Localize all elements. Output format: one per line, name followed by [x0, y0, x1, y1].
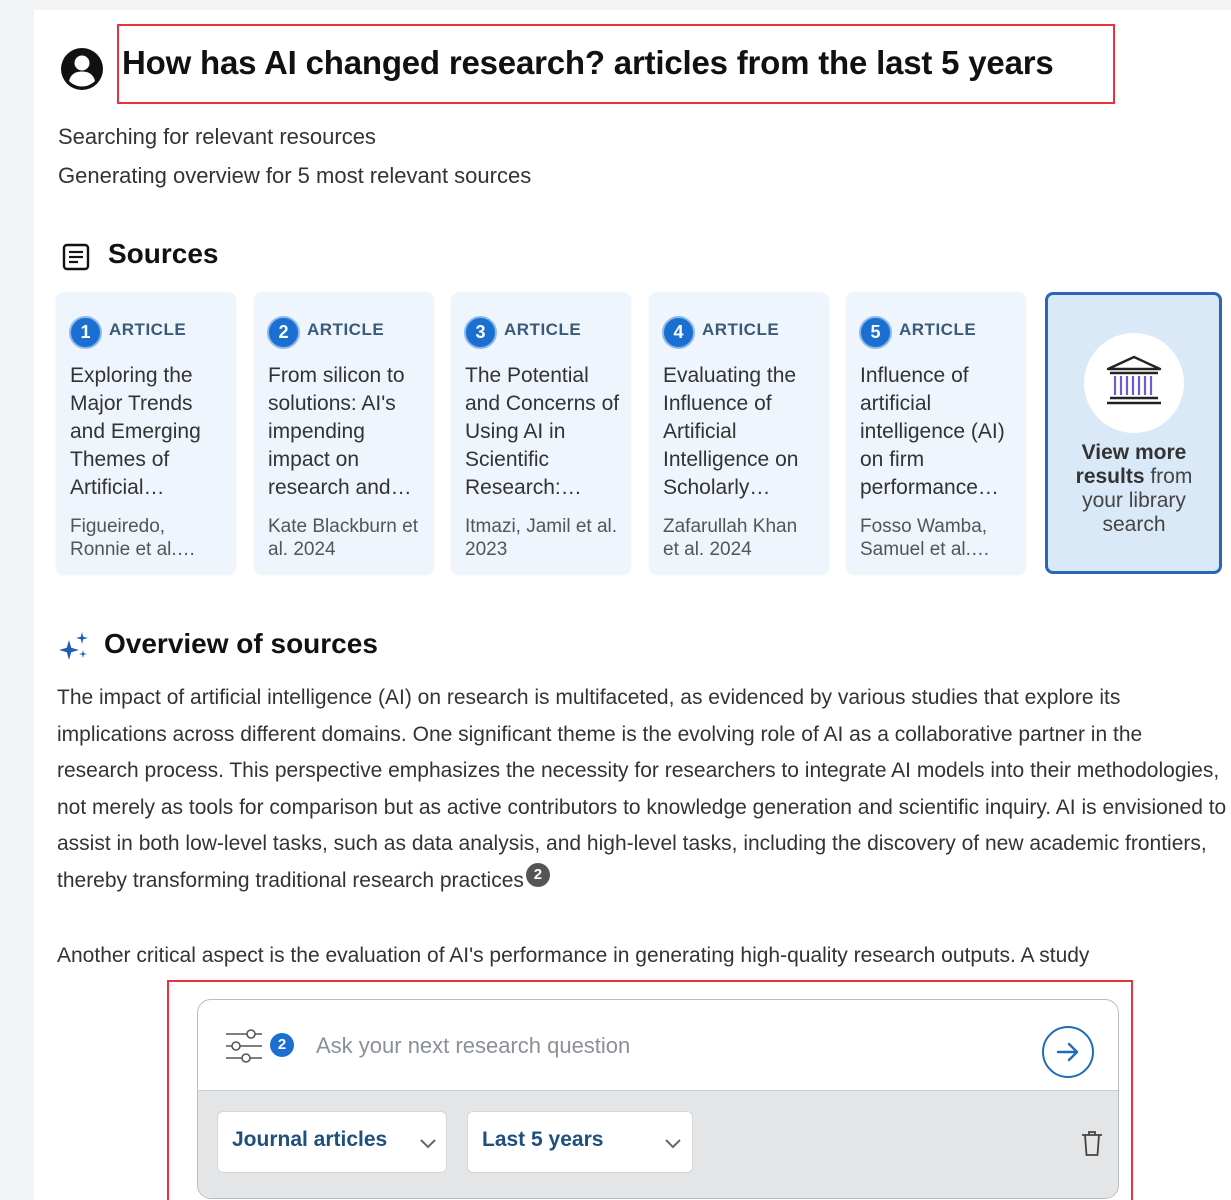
date-range-value: Last 5 years: [482, 1128, 604, 1151]
overview-paragraph-1: The impact of artificial intelligence (A…: [57, 680, 1227, 899]
source-card-3[interactable]: 3 ARTICLE The Potential and Concerns of …: [451, 292, 631, 574]
arrow-right-circle-icon: [1056, 1042, 1079, 1062]
submit-question-button[interactable]: [1042, 1026, 1094, 1078]
sources-heading: Sources: [108, 238, 219, 269]
source-number-badge: 2: [267, 316, 300, 349]
source-authors: Itmazi, Jamil et al. 2023: [465, 516, 618, 560]
source-title: From silicon to solutions: AI's impendin…: [268, 364, 412, 499]
source-type: ARTICLE: [899, 320, 977, 339]
sliders-icon[interactable]: [224, 1027, 264, 1065]
source-type: ARTICLE: [307, 320, 385, 339]
source-card-2[interactable]: 2 ARTICLE From silicon to solutions: AI'…: [254, 292, 434, 574]
source-authors: Fosso Wamba, Samuel et al.…: [860, 516, 990, 560]
status-generating: Generating overview for 5 most relevant …: [58, 163, 532, 188]
source-type: ARTICLE: [702, 320, 780, 339]
document-list-icon: [62, 243, 90, 271]
chevron-down-icon: [420, 1139, 436, 1149]
source-title: Exploring the Major Trends and Emerging …: [70, 364, 201, 499]
query-input-row: 2: [198, 1000, 1118, 1091]
research-question-input[interactable]: [316, 1028, 1016, 1064]
trash-icon[interactable]: [1081, 1129, 1103, 1157]
source-title: Evaluating the Influence of Artificial I…: [663, 364, 799, 499]
source-type: ARTICLE: [504, 320, 582, 339]
source-type: ARTICLE: [109, 320, 187, 339]
date-range-select[interactable]: Last 5 years: [467, 1111, 693, 1173]
overview-text: The impact of artificial intelligence (A…: [57, 686, 1227, 892]
research-question-box: 2 Journal articles Last 5 years: [197, 999, 1119, 1199]
source-card-4[interactable]: 4 ARTICLE Evaluating the Influence of Ar…: [649, 292, 829, 574]
query-filters-row: Journal articles Last 5 years: [198, 1091, 1118, 1198]
library-icon-circle: [1084, 333, 1184, 433]
page-title: How has AI changed research? articles fr…: [122, 44, 1054, 81]
sparkle-icon: [59, 632, 88, 660]
filter-count-badge[interactable]: 2: [270, 1033, 294, 1057]
status-searching: Searching for relevant resources: [58, 124, 376, 149]
source-number-badge: 1: [69, 316, 102, 349]
source-title: The Potential and Concerns of Using AI i…: [465, 364, 620, 499]
overview-heading: Overview of sources: [104, 628, 378, 659]
source-authors: Kate Blackburn et al. 2024: [268, 516, 418, 560]
source-authors: Figueiredo, Ronnie et al.…: [70, 516, 196, 560]
view-more-label: View more results from your library sear…: [1054, 441, 1214, 537]
source-authors: Zafarullah Khan et al. 2024: [663, 516, 798, 560]
content-type-value: Journal articles: [232, 1128, 388, 1151]
source-title: Influence of artificial intelligence (AI…: [860, 364, 1005, 499]
chevron-down-icon: [665, 1139, 681, 1149]
view-more-results-card[interactable]: View more results from your library sear…: [1045, 292, 1222, 574]
source-card-1[interactable]: 1 ARTICLE Exploring the Major Trends and…: [56, 292, 236, 574]
source-card-5[interactable]: 5 ARTICLE Influence of artificial intell…: [846, 292, 1026, 574]
source-number-badge: 5: [859, 316, 892, 349]
source-number-badge: 4: [662, 316, 695, 349]
source-number-badge: 3: [464, 316, 497, 349]
user-circle-icon: [61, 48, 103, 90]
content-type-select[interactable]: Journal articles: [217, 1111, 447, 1173]
citation-badge[interactable]: 2: [525, 862, 550, 887]
overview-paragraph-2: Another critical aspect is the evaluatio…: [57, 944, 1090, 967]
library-building-icon: [1106, 355, 1162, 405]
